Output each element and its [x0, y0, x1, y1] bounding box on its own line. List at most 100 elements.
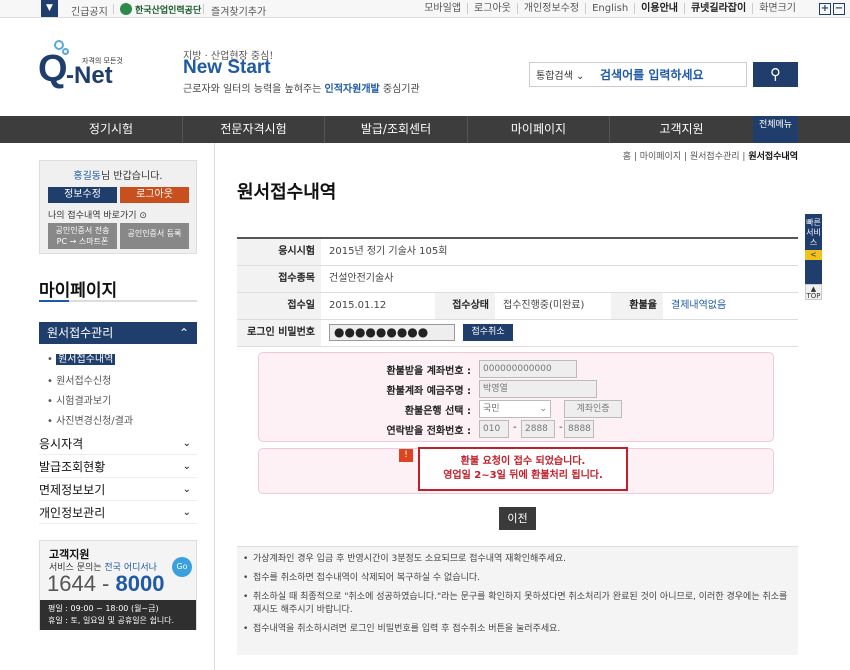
sidebar-item-issue-status[interactable]: 발급조회현황 ⌄ — [39, 456, 197, 478]
slogan-line3: 근로자와 일터의 능력을 높혀주는 인적자원개발 중심기관 — [183, 80, 420, 95]
top-utility-bar: ▼ 긴급공지 한국산업인력공단 즐겨찾기추가 모바일앱 로그아웃 개인정보수정 … — [0, 0, 850, 18]
application-table: 응시시험 2015년 정기 기술사 105회 접수종목 건설안전기술사 접수일 … — [237, 237, 798, 347]
refund-value[interactable]: 결제내역없음 — [663, 293, 726, 319]
phone-label: 연락받을 전화번호 : — [386, 426, 471, 437]
verify-account-button[interactable]: 계좌인증 — [564, 400, 622, 418]
table-row: 로그인 비밀번호 ●●●●●●●●● 접수취소 — [237, 320, 798, 347]
chevron-down-icon: ⌄ — [182, 484, 191, 495]
search-icon: ⚲ — [770, 65, 781, 83]
cert-register-button[interactable]: 공인인증서 등록 — [120, 223, 189, 249]
customer-support-box: 고객지원 서비스 문의는 전국 어디서나 1644 - 8000 Go 평일 :… — [39, 540, 197, 630]
english-link[interactable]: English — [585, 3, 634, 14]
mobile-app-link[interactable]: 모바일앱 — [418, 3, 467, 14]
cert-transfer-button[interactable]: 공인인증서 전송 PC → 스마트폰 — [48, 223, 117, 249]
table-row: 접수일 2015.01.12 접수상태 접수진행중(미완료) 환불율 결제내역없… — [237, 293, 798, 320]
zoom-out-button[interactable]: − — [833, 3, 845, 15]
user-name: 홍길동 — [73, 171, 102, 182]
sidebar-sub-photo-change[interactable]: • 사진변경신청/결과 — [47, 412, 133, 427]
account-input[interactable]: 000000000000 — [479, 360, 577, 378]
nav-professional-exam[interactable]: 전문자격시험 — [182, 116, 324, 143]
search-scope-select[interactable]: 통합검색 ⌄ — [530, 67, 600, 82]
breadcrumb-path[interactable]: 홈 | 마이페이지 | 원서접수관리 | — [623, 152, 749, 162]
sub-label: 원서접수내역 — [56, 354, 116, 365]
cs-hours-weekday: 평일 : 09:00 ~ 18:00 (월~금) — [48, 604, 159, 613]
date-value: 2015.01.12 — [329, 300, 387, 311]
previous-button[interactable]: 이전 — [499, 507, 536, 530]
all-menu-button[interactable]: 전체메뉴 — [753, 116, 798, 143]
nav-issue-center[interactable]: 발급/조회센터 — [324, 116, 467, 143]
warning-icon: ! — [399, 449, 413, 462]
my-application-shortcut[interactable]: 나의 접수내역 바로가기 ⊙ — [48, 208, 147, 221]
sidebar-item-label: 개인정보관리 — [39, 506, 106, 520]
message-line1: 환불 요청이 접수 되었습니다. — [460, 456, 586, 467]
chevron-down-icon: ⌄ — [182, 438, 191, 449]
notice-list: 가상계좌인 경우 입금 후 반영시간이 3분정도 소요되므로 접수내역 재확인해… — [237, 546, 798, 655]
greeting: 홍길동님 반갑습니다. — [40, 167, 196, 182]
sidebar-item-exemption[interactable]: 면제정보보기 ⌄ — [39, 479, 197, 501]
logo-q: Q — [38, 48, 68, 90]
bank-selected: 국민 — [483, 404, 500, 414]
list-item: 가상계좌인 경우 입금 후 반영시간이 3분정도 소요되므로 접수내역 재확인해… — [243, 553, 792, 566]
cs-phone-prefix: 1644 - — [47, 571, 116, 596]
list-item: 접수내역을 취소하시려면 로그인 비밀번호를 입력 후 접수취소 버튼을 눌러주… — [243, 623, 792, 636]
logout-link[interactable]: 로그아웃 — [467, 3, 517, 14]
quick-service-tab[interactable]: 빠른서비스 < — [805, 214, 822, 284]
list-item: 접수를 취소하면 접수내역이 삭제되어 복구하실 수 없습니다. — [243, 572, 792, 585]
qnet-logo[interactable]: 자격의 모든것 Q -Net — [38, 40, 128, 96]
cancel-application-button[interactable]: 접수취소 — [463, 324, 513, 341]
cs-go-button[interactable]: Go — [172, 557, 192, 577]
cs-hours-holiday: 휴일 : 토, 일요일 및 공휴일은 쉽니다. — [48, 616, 175, 625]
password-label: 로그인 비밀번호 — [237, 320, 321, 346]
status-label: 접수상태 — [435, 293, 495, 319]
holder-input[interactable]: 박영열 — [479, 380, 597, 398]
zoom-in-button[interactable]: + — [819, 3, 831, 15]
greeting-text: 님 반갑습니다. — [101, 171, 163, 182]
search-input[interactable]: 검색어를 입력하세요 — [600, 66, 704, 83]
guide-link[interactable]: 이용안내 — [634, 3, 684, 14]
top-links: 모바일앱 로그아웃 개인정보수정 English 이용안내 큐넷길라잡이 화면크… — [418, 3, 802, 14]
sidebar-item-application-management[interactable]: 원서접수관리 ⌃ — [39, 322, 197, 344]
chevron-left-icon: < — [805, 250, 822, 260]
edit-info-button[interactable]: 정보수정 — [48, 187, 117, 203]
add-favorite-link[interactable]: 즐겨찾기추가 — [211, 3, 266, 18]
search-box: 통합검색 ⌄ 검색어를 입력하세요 — [529, 62, 747, 87]
slogan-highlight: 인적자원개발 — [324, 84, 380, 95]
dash: - — [513, 422, 517, 433]
scroll-top-button[interactable]: ▲ TOP — [805, 284, 822, 300]
sidebar-sub-apply[interactable]: • 원서접수신청 — [47, 372, 111, 387]
dash: - — [559, 422, 563, 433]
phone-part3-input[interactable]: 8888 — [564, 420, 594, 438]
date-label: 접수일 — [237, 293, 321, 319]
phone-part2-input[interactable]: 2888 — [521, 420, 555, 438]
emergency-notice-link[interactable]: 긴급공지 — [71, 3, 108, 18]
all-menu-label: 전체 — [758, 120, 776, 130]
sub-label: 원서접수신청 — [56, 376, 112, 387]
cert-transfer-sub: PC → 스마트폰 — [56, 237, 109, 246]
cs-phone: 1644 - 8000 — [47, 571, 164, 597]
chevron-down-icon: ⌄ — [539, 404, 547, 414]
password-input[interactable]: ●●●●●●●●● — [329, 324, 455, 341]
exam-value: 2015년 정기 기술사 105회 — [329, 246, 448, 257]
table-row: 접수종목 건설안전기술사 — [237, 266, 798, 293]
logout-button[interactable]: 로그아웃 — [120, 187, 189, 203]
sidebar-item-personal-info[interactable]: 개인정보관리 ⌄ — [39, 502, 197, 524]
guide-link-label: 이용안내 — [641, 3, 678, 14]
qnet-guide-link[interactable]: 큐넷길라잡이 — [683, 3, 752, 14]
nav-customer-support[interactable]: 고객지원 — [609, 116, 753, 143]
hrdkorea-logo[interactable]: 한국산업인력공단 — [120, 2, 201, 16]
bank-select[interactable]: 국민 ⌄ — [479, 400, 551, 418]
sidebar-sub-results[interactable]: • 시험결과보기 — [47, 392, 111, 407]
underline-accent — [39, 300, 69, 302]
title-underline — [39, 300, 197, 302]
sidebar-sub-application-history[interactable]: • 원서접수내역 — [47, 350, 116, 365]
dropdown-icon[interactable]: ▼ — [41, 0, 58, 17]
sidebar-item-eligibility[interactable]: 응시자격 ⌄ — [39, 433, 197, 455]
refund-message: 환불 요청이 접수 되었습니다. 영업일 2~3일 뒤에 환불처리 됩니다. — [418, 447, 628, 491]
circle-arrow-icon: ⊙ — [139, 211, 147, 221]
zoom-label: 화면크기 — [752, 3, 802, 14]
nav-regular-exam[interactable]: 정기시험 — [40, 116, 182, 143]
edit-profile-link[interactable]: 개인정보수정 — [516, 3, 585, 14]
search-button[interactable]: ⚲ — [753, 62, 798, 87]
phone-part1-input[interactable]: 010 — [479, 420, 509, 438]
nav-mypage[interactable]: 마이페이지 — [467, 116, 609, 143]
